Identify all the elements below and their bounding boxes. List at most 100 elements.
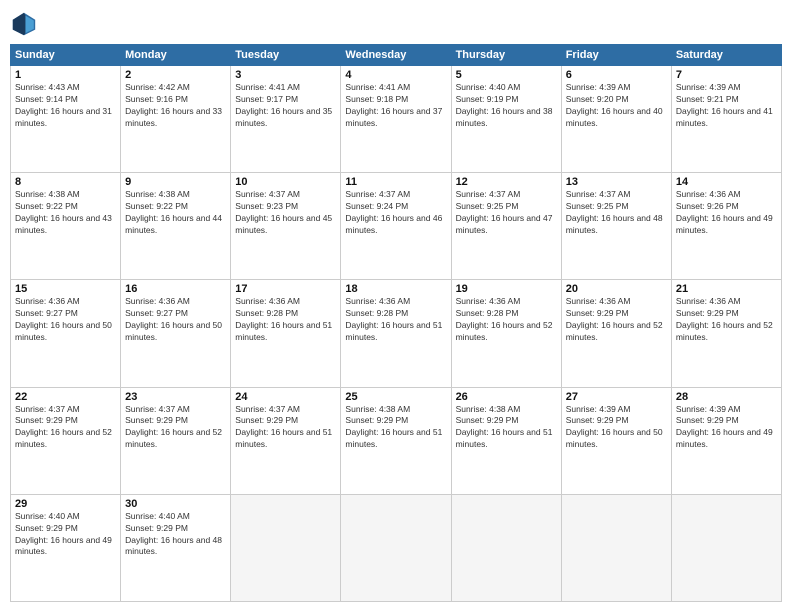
table-row: 6Sunrise: 4:39 AMSunset: 9:20 PMDaylight… xyxy=(561,66,671,173)
day-number: 6 xyxy=(566,69,667,81)
day-number: 29 xyxy=(15,498,116,510)
table-row xyxy=(451,494,561,601)
day-info: Sunrise: 4:36 AMSunset: 9:29 PMDaylight:… xyxy=(566,296,667,344)
table-row xyxy=(561,494,671,601)
day-number: 23 xyxy=(125,391,226,403)
day-info: Sunrise: 4:40 AMSunset: 9:29 PMDaylight:… xyxy=(125,511,226,559)
day-number: 30 xyxy=(125,498,226,510)
day-info: Sunrise: 4:42 AMSunset: 9:16 PMDaylight:… xyxy=(125,82,226,130)
day-number: 22 xyxy=(15,391,116,403)
day-info: Sunrise: 4:37 AMSunset: 9:29 PMDaylight:… xyxy=(125,404,226,452)
day-number: 2 xyxy=(125,69,226,81)
day-info: Sunrise: 4:39 AMSunset: 9:29 PMDaylight:… xyxy=(676,404,777,452)
table-row: 28Sunrise: 4:39 AMSunset: 9:29 PMDayligh… xyxy=(671,387,781,494)
day-info: Sunrise: 4:40 AMSunset: 9:19 PMDaylight:… xyxy=(456,82,557,130)
table-row: 20Sunrise: 4:36 AMSunset: 9:29 PMDayligh… xyxy=(561,280,671,387)
calendar-header-tuesday: Tuesday xyxy=(231,45,341,66)
day-info: Sunrise: 4:37 AMSunset: 9:23 PMDaylight:… xyxy=(235,189,336,237)
day-number: 19 xyxy=(456,283,557,295)
day-number: 25 xyxy=(345,391,446,403)
day-number: 26 xyxy=(456,391,557,403)
logo xyxy=(10,10,42,38)
day-number: 21 xyxy=(676,283,777,295)
table-row: 30Sunrise: 4:40 AMSunset: 9:29 PMDayligh… xyxy=(121,494,231,601)
day-number: 27 xyxy=(566,391,667,403)
day-info: Sunrise: 4:37 AMSunset: 9:25 PMDaylight:… xyxy=(456,189,557,237)
day-number: 28 xyxy=(676,391,777,403)
table-row: 8Sunrise: 4:38 AMSunset: 9:22 PMDaylight… xyxy=(11,173,121,280)
day-info: Sunrise: 4:43 AMSunset: 9:14 PMDaylight:… xyxy=(15,82,116,130)
table-row: 16Sunrise: 4:36 AMSunset: 9:27 PMDayligh… xyxy=(121,280,231,387)
day-number: 9 xyxy=(125,176,226,188)
day-info: Sunrise: 4:38 AMSunset: 9:22 PMDaylight:… xyxy=(15,189,116,237)
day-info: Sunrise: 4:36 AMSunset: 9:28 PMDaylight:… xyxy=(456,296,557,344)
day-info: Sunrise: 4:41 AMSunset: 9:18 PMDaylight:… xyxy=(345,82,446,130)
day-info: Sunrise: 4:36 AMSunset: 9:26 PMDaylight:… xyxy=(676,189,777,237)
day-info: Sunrise: 4:39 AMSunset: 9:20 PMDaylight:… xyxy=(566,82,667,130)
day-number: 17 xyxy=(235,283,336,295)
day-info: Sunrise: 4:36 AMSunset: 9:27 PMDaylight:… xyxy=(125,296,226,344)
table-row: 22Sunrise: 4:37 AMSunset: 9:29 PMDayligh… xyxy=(11,387,121,494)
day-info: Sunrise: 4:37 AMSunset: 9:29 PMDaylight:… xyxy=(235,404,336,452)
day-number: 12 xyxy=(456,176,557,188)
header xyxy=(10,10,782,38)
day-number: 14 xyxy=(676,176,777,188)
table-row: 2Sunrise: 4:42 AMSunset: 9:16 PMDaylight… xyxy=(121,66,231,173)
day-info: Sunrise: 4:36 AMSunset: 9:28 PMDaylight:… xyxy=(345,296,446,344)
day-info: Sunrise: 4:38 AMSunset: 9:29 PMDaylight:… xyxy=(345,404,446,452)
table-row: 14Sunrise: 4:36 AMSunset: 9:26 PMDayligh… xyxy=(671,173,781,280)
calendar-header-wednesday: Wednesday xyxy=(341,45,451,66)
day-number: 24 xyxy=(235,391,336,403)
table-row: 29Sunrise: 4:40 AMSunset: 9:29 PMDayligh… xyxy=(11,494,121,601)
table-row: 3Sunrise: 4:41 AMSunset: 9:17 PMDaylight… xyxy=(231,66,341,173)
day-number: 11 xyxy=(345,176,446,188)
day-number: 20 xyxy=(566,283,667,295)
table-row: 25Sunrise: 4:38 AMSunset: 9:29 PMDayligh… xyxy=(341,387,451,494)
day-number: 13 xyxy=(566,176,667,188)
day-info: Sunrise: 4:41 AMSunset: 9:17 PMDaylight:… xyxy=(235,82,336,130)
calendar-header-saturday: Saturday xyxy=(671,45,781,66)
day-number: 7 xyxy=(676,69,777,81)
calendar-table: SundayMondayTuesdayWednesdayThursdayFrid… xyxy=(10,44,782,602)
day-number: 3 xyxy=(235,69,336,81)
table-row: 11Sunrise: 4:37 AMSunset: 9:24 PMDayligh… xyxy=(341,173,451,280)
day-info: Sunrise: 4:37 AMSunset: 9:29 PMDaylight:… xyxy=(15,404,116,452)
day-number: 16 xyxy=(125,283,226,295)
table-row: 1Sunrise: 4:43 AMSunset: 9:14 PMDaylight… xyxy=(11,66,121,173)
day-info: Sunrise: 4:37 AMSunset: 9:25 PMDaylight:… xyxy=(566,189,667,237)
table-row: 9Sunrise: 4:38 AMSunset: 9:22 PMDaylight… xyxy=(121,173,231,280)
day-number: 18 xyxy=(345,283,446,295)
table-row: 10Sunrise: 4:37 AMSunset: 9:23 PMDayligh… xyxy=(231,173,341,280)
day-info: Sunrise: 4:37 AMSunset: 9:24 PMDaylight:… xyxy=(345,189,446,237)
table-row xyxy=(671,494,781,601)
day-info: Sunrise: 4:36 AMSunset: 9:27 PMDaylight:… xyxy=(15,296,116,344)
day-info: Sunrise: 4:38 AMSunset: 9:29 PMDaylight:… xyxy=(456,404,557,452)
table-row: 4Sunrise: 4:41 AMSunset: 9:18 PMDaylight… xyxy=(341,66,451,173)
table-row: 13Sunrise: 4:37 AMSunset: 9:25 PMDayligh… xyxy=(561,173,671,280)
calendar-header-monday: Monday xyxy=(121,45,231,66)
table-row: 17Sunrise: 4:36 AMSunset: 9:28 PMDayligh… xyxy=(231,280,341,387)
day-info: Sunrise: 4:39 AMSunset: 9:21 PMDaylight:… xyxy=(676,82,777,130)
table-row xyxy=(231,494,341,601)
table-row: 23Sunrise: 4:37 AMSunset: 9:29 PMDayligh… xyxy=(121,387,231,494)
day-number: 1 xyxy=(15,69,116,81)
calendar-header-sunday: Sunday xyxy=(11,45,121,66)
table-row: 18Sunrise: 4:36 AMSunset: 9:28 PMDayligh… xyxy=(341,280,451,387)
day-info: Sunrise: 4:38 AMSunset: 9:22 PMDaylight:… xyxy=(125,189,226,237)
day-number: 15 xyxy=(15,283,116,295)
table-row: 26Sunrise: 4:38 AMSunset: 9:29 PMDayligh… xyxy=(451,387,561,494)
table-row xyxy=(341,494,451,601)
table-row: 5Sunrise: 4:40 AMSunset: 9:19 PMDaylight… xyxy=(451,66,561,173)
day-info: Sunrise: 4:36 AMSunset: 9:29 PMDaylight:… xyxy=(676,296,777,344)
page: SundayMondayTuesdayWednesdayThursdayFrid… xyxy=(0,0,792,612)
table-row: 12Sunrise: 4:37 AMSunset: 9:25 PMDayligh… xyxy=(451,173,561,280)
day-info: Sunrise: 4:36 AMSunset: 9:28 PMDaylight:… xyxy=(235,296,336,344)
table-row: 24Sunrise: 4:37 AMSunset: 9:29 PMDayligh… xyxy=(231,387,341,494)
day-info: Sunrise: 4:40 AMSunset: 9:29 PMDaylight:… xyxy=(15,511,116,559)
calendar-header-friday: Friday xyxy=(561,45,671,66)
table-row: 21Sunrise: 4:36 AMSunset: 9:29 PMDayligh… xyxy=(671,280,781,387)
table-row: 15Sunrise: 4:36 AMSunset: 9:27 PMDayligh… xyxy=(11,280,121,387)
table-row: 7Sunrise: 4:39 AMSunset: 9:21 PMDaylight… xyxy=(671,66,781,173)
calendar-header-thursday: Thursday xyxy=(451,45,561,66)
day-number: 4 xyxy=(345,69,446,81)
